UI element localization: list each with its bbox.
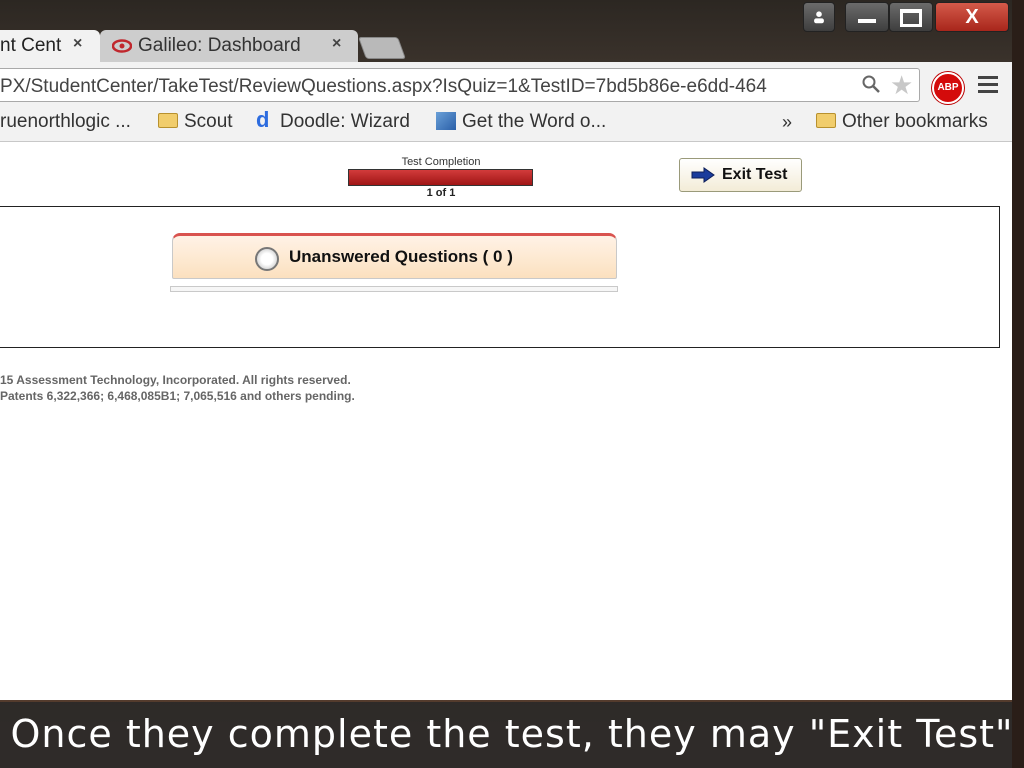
bookmark-scout[interactable]: Scout xyxy=(158,111,233,133)
tab-label: nt Cent xyxy=(0,35,62,56)
bookmark-label: Scout xyxy=(184,111,233,132)
word-icon xyxy=(436,112,456,130)
browser-toolbar: PX/StudentCenter/TakeTest/ReviewQuestion… xyxy=(0,62,1012,108)
tab-close-icon[interactable]: × xyxy=(73,35,82,53)
bookmark-label: Other bookmarks xyxy=(842,111,988,132)
bookmark-label: Get the Word o... xyxy=(462,111,607,132)
user-profile-icon[interactable] xyxy=(803,2,835,32)
copyright-line: 15 Assessment Technology, Incorporated. … xyxy=(0,373,351,387)
new-tab-button[interactable] xyxy=(357,37,407,59)
bookmark-label: Doodle: Wizard xyxy=(280,111,410,132)
minimize-button[interactable] xyxy=(845,2,889,32)
exit-test-button[interactable]: Exit Test xyxy=(679,158,802,192)
hamburger-menu-icon[interactable] xyxy=(978,76,998,97)
bookmarks-bar: ruenorthlogic ... Scout d Doodle: Wizard … xyxy=(0,108,1012,142)
minimize-icon xyxy=(858,19,876,23)
more-bookmarks-chevron-icon[interactable]: » xyxy=(782,112,792,133)
exit-test-label: Exit Test xyxy=(722,166,788,183)
right-arrow-icon xyxy=(691,167,715,183)
bookmark-get-the-word[interactable]: Get the Word o... xyxy=(436,111,606,133)
test-review-page: Test Completion 1 of 1 Exit Test Unanswe… xyxy=(0,142,1012,700)
tab-galileo-dashboard[interactable]: Galileo: Dashboard × xyxy=(100,30,358,62)
url-text[interactable]: PX/StudentCenter/TakeTest/ReviewQuestion… xyxy=(0,76,858,98)
folder-icon xyxy=(816,113,836,128)
close-window-button[interactable]: X xyxy=(935,2,1009,32)
progress-count: 1 of 1 xyxy=(426,187,456,199)
slide-caption: Once they complete the test, they may "E… xyxy=(0,702,1013,768)
bookmark-truenorthlogic[interactable]: ruenorthlogic ... xyxy=(0,111,131,133)
bookmark-star-icon[interactable]: ★ xyxy=(890,70,913,101)
bookmark-label: ruenorthlogic ... xyxy=(0,111,131,132)
address-bar[interactable]: PX/StudentCenter/TakeTest/ReviewQuestion… xyxy=(0,68,920,102)
folder-icon xyxy=(158,113,178,128)
unanswered-questions-label: Unanswered Questions ( 0 ) xyxy=(289,247,513,266)
close-icon: X xyxy=(965,6,979,28)
tab-label: Galileo: Dashboard xyxy=(138,35,301,56)
person-icon xyxy=(814,11,824,24)
maximize-button[interactable] xyxy=(889,2,933,32)
bookmark-other-bookmarks[interactable]: Other bookmarks xyxy=(816,111,988,133)
page-scrollbar[interactable] xyxy=(1012,0,1024,768)
progress-title: Test Completion xyxy=(401,156,481,168)
copyright-footer: 15 Assessment Technology, Incorporated. … xyxy=(0,372,355,404)
patents-line: Patents 6,322,366; 6,468,085B1; 7,065,51… xyxy=(0,389,355,403)
test-completion-progress-bar xyxy=(348,169,533,186)
tab-student-center[interactable]: nt Cent × xyxy=(0,30,100,62)
unanswered-questions-header[interactable]: Unanswered Questions ( 0 ) xyxy=(172,233,617,279)
adblock-plus-icon[interactable]: ABP xyxy=(932,72,964,104)
unanswered-questions-list xyxy=(170,286,618,292)
radio-circle-icon xyxy=(255,247,279,271)
doodle-icon: d xyxy=(256,107,270,132)
caption-text: Once they complete the test, they may "E… xyxy=(10,712,1014,756)
bookmark-doodle-wizard[interactable]: d Doodle: Wizard xyxy=(256,107,410,133)
search-zoom-icon[interactable] xyxy=(862,75,880,93)
tab-close-icon[interactable]: × xyxy=(332,35,341,53)
tab-strip: nt Cent × Galileo: Dashboard × X xyxy=(0,0,1012,62)
maximize-icon xyxy=(900,9,922,27)
progress-fill xyxy=(349,170,532,185)
galileo-favicon-icon xyxy=(112,39,132,53)
